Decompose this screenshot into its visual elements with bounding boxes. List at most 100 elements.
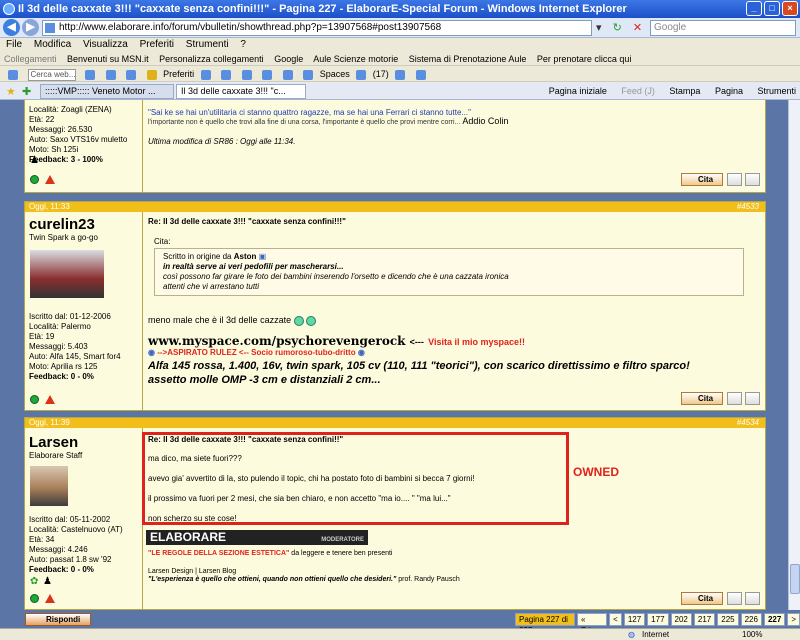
- multiquote-icon[interactable]: [727, 592, 742, 605]
- page-prev[interactable]: <: [609, 613, 622, 626]
- post-header: Oggi, 11:33 #4533: [25, 202, 765, 212]
- spaces-icon[interactable]: [303, 69, 314, 80]
- page-link[interactable]: 225: [717, 613, 739, 626]
- toolbar-icon[interactable]: [126, 69, 137, 80]
- close-button[interactable]: ×: [782, 1, 798, 16]
- quick-reply-icon[interactable]: [745, 592, 760, 605]
- toolbar-icon[interactable]: [200, 69, 211, 80]
- quick-reply-icon[interactable]: [745, 173, 760, 186]
- post-2-body: Re: Il 3d delle caxxate 3!!! "caxxate se…: [144, 212, 765, 410]
- favorites-button[interactable]: Preferiti: [163, 69, 194, 79]
- page-next[interactable]: >: [787, 613, 800, 626]
- menu-visualizza[interactable]: Visualizza: [83, 39, 128, 50]
- post-header: Oggi, 11:39 #4534: [25, 418, 765, 428]
- window-title-bar[interactable]: Il 3d delle caxxate 3!!! "caxxate senza …: [0, 0, 800, 18]
- tools-button[interactable]: Strumenti: [757, 86, 796, 96]
- zoom-level[interactable]: 100%: [742, 629, 762, 640]
- favorites-star-icon[interactable]: ★: [6, 85, 16, 98]
- page-link[interactable]: 226: [740, 613, 762, 626]
- online-status-icon: [30, 175, 39, 184]
- quote-button[interactable]: Cita: [681, 392, 723, 405]
- link-item[interactable]: Google: [274, 54, 303, 64]
- maximize-button[interactable]: □: [764, 1, 780, 16]
- page-link[interactable]: 127: [623, 613, 646, 626]
- post-number[interactable]: #4533: [737, 202, 759, 212]
- address-bar[interactable]: http://www.elaborare.info/forum/vbulleti…: [42, 20, 592, 36]
- command-bar: Pagina iniziale Feed (J) Stampa Pagina S…: [537, 85, 796, 97]
- page-current: 227: [763, 613, 786, 626]
- mail-icon[interactable]: [356, 69, 367, 80]
- menu-preferiti[interactable]: Preferiti: [140, 39, 174, 50]
- page-first[interactable]: « Primo: [576, 613, 608, 635]
- user-info: Iscritto dal: 05-11-2002 Località: Caste…: [29, 515, 123, 574]
- toolbar-icon[interactable]: [262, 69, 273, 80]
- add-favorite-icon[interactable]: ✚: [22, 85, 31, 98]
- toolbar-icon[interactable]: [105, 69, 116, 80]
- menu-bar: File Modifica Visualizza Preferiti Strum…: [0, 38, 800, 52]
- minimize-button[interactable]: _: [746, 1, 762, 16]
- pagination: Pagina 227 di 227 « Primo < 127 177 202 …: [515, 613, 800, 635]
- reply-button[interactable]: Rispondi: [25, 613, 91, 626]
- security-zone: Internet: [642, 630, 670, 639]
- view-post-icon[interactable]: ▣: [259, 252, 267, 261]
- multiquote-icon[interactable]: [727, 173, 742, 186]
- link-item[interactable]: Sistema di Prenotazione Aule: [409, 54, 527, 64]
- toolbar-icon[interactable]: [221, 69, 232, 80]
- tab-vmp[interactable]: :::::VMP::::: Veneto Motor ...: [40, 84, 174, 99]
- address-url: http://www.elaborare.info/forum/vbulleti…: [59, 22, 442, 33]
- stop-icon[interactable]: ✕: [633, 22, 642, 34]
- report-icon[interactable]: [45, 175, 55, 184]
- address-tools: ▾ ↻ ✕: [596, 21, 646, 35]
- tab-forum[interactable]: Il 3d delle caxxate 3!!! "c...: [176, 84, 306, 99]
- myspace-link[interactable]: www.myspace.com/psychorevengerock: [148, 334, 405, 348]
- link-item[interactable]: Personalizza collegamenti: [159, 54, 264, 64]
- username[interactable]: curelin23: [25, 216, 142, 233]
- search-input[interactable]: Google: [650, 20, 796, 36]
- post-2-user: curelin23 Twin Spark a go-go Iscritto da…: [25, 212, 143, 410]
- forward-icon[interactable]: ▶: [22, 19, 39, 36]
- toolbar-icon[interactable]: [241, 69, 252, 80]
- design-links[interactable]: Larsen Design | Larsen Blog: [144, 568, 236, 575]
- menu-help[interactable]: ?: [240, 39, 246, 50]
- menu-modifica[interactable]: Modifica: [34, 39, 71, 50]
- page-link[interactable]: 177: [647, 613, 669, 626]
- web-search-input[interactable]: Cerca web...: [27, 68, 76, 81]
- home-button[interactable]: Pagina iniziale: [549, 86, 607, 96]
- post-number[interactable]: #4534: [737, 418, 759, 428]
- globe-icon: ◍: [628, 630, 635, 639]
- link-item[interactable]: Per prenotare clicca qui: [537, 54, 632, 64]
- page-link[interactable]: 202: [670, 613, 692, 626]
- multiquote-icon[interactable]: [727, 392, 742, 405]
- quote-button[interactable]: Cita: [681, 592, 723, 605]
- vertical-scrollbar[interactable]: [788, 100, 800, 610]
- online-status-icon: [30, 594, 39, 603]
- toolbar-icon[interactable]: [85, 69, 96, 80]
- scrollbar-thumb[interactable]: [790, 564, 800, 594]
- report-icon[interactable]: [45, 395, 55, 404]
- help-icon[interactable]: [415, 69, 426, 80]
- star-icon[interactable]: [146, 69, 157, 80]
- report-icon[interactable]: [45, 594, 55, 603]
- msn-icon[interactable]: [8, 69, 18, 80]
- dropdown-icon[interactable]: ▾: [596, 22, 602, 34]
- print-button[interactable]: Stampa: [669, 86, 700, 96]
- mail-count[interactable]: (17): [373, 69, 389, 79]
- rules-link[interactable]: "LE REGOLE DELLA SEZIONE ESTETICA": [148, 550, 289, 557]
- signature-line: ◉ -->ASPIRATO RULEZ <-- Socio rumoroso-t…: [148, 347, 365, 357]
- quote-button[interactable]: Cita: [681, 173, 723, 186]
- link-item[interactable]: Benvenuti su MSN.it: [67, 54, 149, 64]
- toolbar-icon[interactable]: [395, 69, 406, 80]
- back-icon[interactable]: ◀: [3, 19, 20, 36]
- avatar: [30, 466, 68, 506]
- menu-file[interactable]: File: [6, 39, 22, 50]
- link-item[interactable]: Aule Scienze motorie: [313, 54, 398, 64]
- username[interactable]: Larsen: [25, 434, 142, 451]
- page-link[interactable]: 217: [693, 613, 716, 626]
- menu-strumenti[interactable]: Strumenti: [186, 39, 229, 50]
- refresh-icon[interactable]: ↻: [613, 22, 622, 34]
- spaces-button[interactable]: Spaces: [320, 69, 350, 79]
- toolbar-icon[interactable]: [282, 69, 293, 80]
- quick-reply-icon[interactable]: [745, 392, 760, 405]
- page-button[interactable]: Pagina: [715, 86, 743, 96]
- feed-button[interactable]: Feed (J): [621, 86, 655, 96]
